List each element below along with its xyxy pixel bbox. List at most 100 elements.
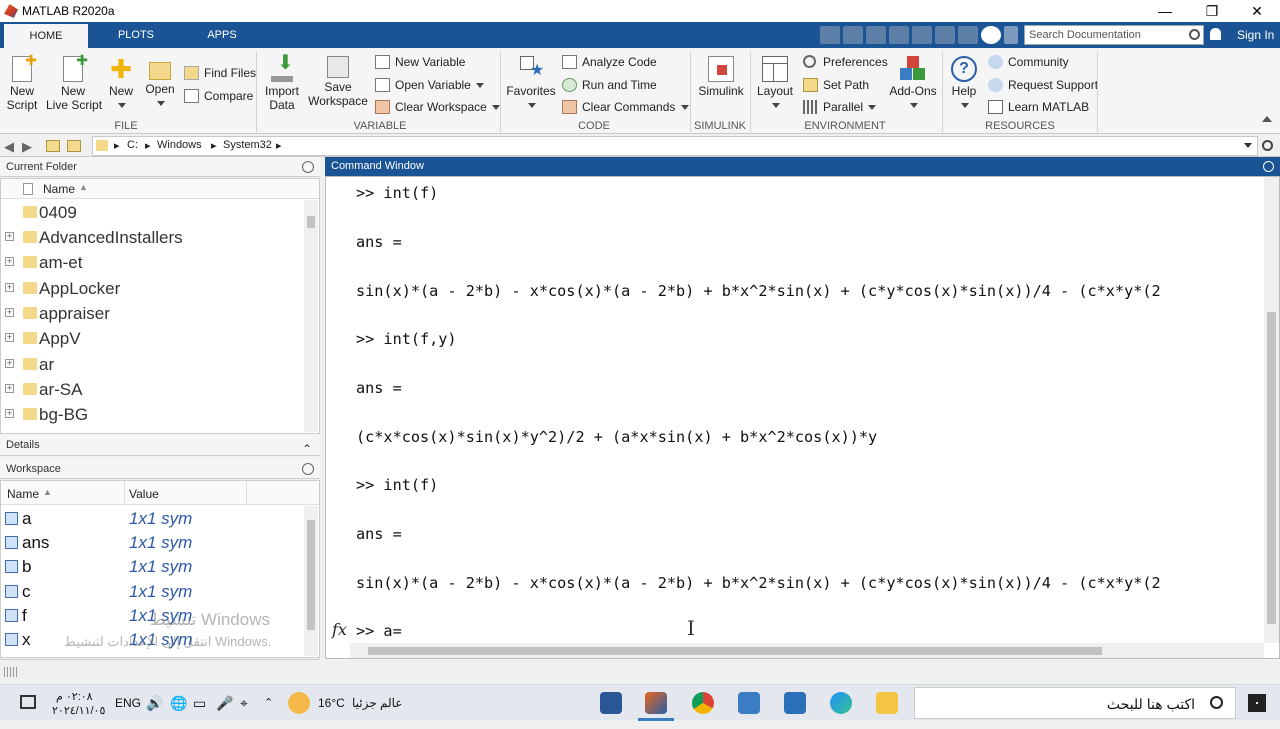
tab-home[interactable]: HOME [4,24,88,48]
resize-grip-icon[interactable] [4,667,18,677]
layout-button[interactable]: Layout [754,56,796,112]
preferences-button[interactable]: Preferences [803,53,888,71]
list-item[interactable]: 0409 [1,200,303,225]
path-dropdown-icon[interactable] [1244,143,1252,148]
set-path-button[interactable]: Set Path [803,76,869,94]
command-window[interactable]: >> int(f) ans = sin(x)*(a - 2*b) - x*cos… [325,176,1280,659]
parallel-button[interactable]: Parallel [803,98,877,116]
list-item[interactable]: + AppLocker [1,276,303,301]
breadcrumb-system32[interactable]: System32 [223,139,272,151]
command-prompt-input[interactable]: >> a= [356,622,402,640]
restore-button[interactable]: ❐ [1189,0,1235,22]
details-header[interactable]: Details ⌃ [0,434,320,456]
quick-access-undo-icon[interactable] [912,26,932,44]
browse-folder-icon[interactable] [67,140,81,152]
workspace-actions-icon[interactable] [302,463,314,475]
request-support-button[interactable]: Request Support [988,76,1098,94]
chevron-up-icon[interactable]: ⌃ [264,685,273,721]
quick-access-copy-icon[interactable] [866,26,886,44]
collapse-ribbon-icon[interactable] [1262,116,1272,122]
expand-icon[interactable]: + [5,384,14,393]
new-button[interactable]: ✚ New [106,56,136,112]
file-explorer-icon[interactable] [876,692,898,714]
list-item[interactable]: + bg-BG [1,402,303,427]
quick-access-switch-icon[interactable] [958,26,978,44]
command-window-actions-icon[interactable] [1263,161,1274,172]
list-item[interactable]: + am-et [1,250,303,275]
word-app-icon[interactable] [600,692,622,714]
open-button[interactable]: Open [144,56,176,110]
help-button[interactable]: ? Help [946,56,982,112]
battery-icon[interactable]: ▭ [193,685,206,721]
list-item[interactable]: + AppV [1,326,303,351]
breadcrumb-windows[interactable]: Windows [157,139,202,151]
search-icon[interactable] [1189,29,1200,40]
column-name[interactable]: Name [43,182,75,196]
volume-icon[interactable]: 🔊 [146,685,163,721]
simulink-button[interactable]: Simulink [696,56,746,98]
close-button[interactable]: ✕ [1234,0,1280,22]
sign-in-link[interactable]: Sign In [1237,28,1274,42]
function-browser-icon[interactable]: fx [332,620,347,639]
quick-access-save-icon[interactable] [820,26,840,44]
expand-icon[interactable]: + [5,409,14,418]
chevron-up-icon[interactable]: ⌃ [302,438,312,460]
quick-access-help-icon[interactable] [981,26,1001,44]
expand-icon[interactable]: + [5,232,14,241]
weather-description[interactable]: عالم جزئيا [352,685,402,721]
compare-button[interactable]: Compare [184,87,253,105]
tab-plots[interactable]: PLOTS [100,22,172,48]
learn-matlab-button[interactable]: Learn MATLAB [988,98,1089,116]
mail-app-icon[interactable] [738,692,760,714]
forward-arrow-icon[interactable]: ▶ [22,139,32,155]
analyze-code-button[interactable]: Analyze Code [562,53,657,71]
location-icon[interactable]: ⌖ [240,685,248,721]
chrome-app-icon[interactable] [692,692,714,714]
table-row[interactable]: a 1x1 sym [1,507,303,531]
expand-icon[interactable]: + [5,333,14,342]
community-button[interactable]: Community [988,53,1069,71]
expand-icon[interactable]: + [5,283,14,292]
favorites-button[interactable]: ★ Favorites [506,56,556,112]
find-files-button[interactable]: Find Files [184,64,256,82]
matlab-app-icon[interactable] [645,692,667,714]
clear-commands-button[interactable]: Clear Commands [562,98,689,116]
taskbar-date[interactable]: ٢٠٢٤/١١/٠٥ [52,693,105,729]
command-window-vertical-scrollbar[interactable] [1264,177,1279,643]
table-row[interactable]: b 1x1 sym [1,555,303,579]
import-data-button[interactable]: ⬇ Import Data [262,53,302,112]
weather-icon[interactable] [288,692,310,714]
column-name[interactable]: Name [7,487,39,501]
open-variable-button[interactable]: Open Variable [375,76,485,94]
quick-access-cut-icon[interactable] [843,26,863,44]
tab-apps[interactable]: APPS [188,22,256,48]
current-folder-scrollbar[interactable] [304,200,318,432]
new-script-button[interactable]: ✚ New Script [4,53,40,112]
breadcrumb-c[interactable]: C: [127,139,138,151]
taskbar-search-input[interactable]: اكتب هنا للبحث [914,687,1236,719]
expand-icon[interactable]: + [5,359,14,368]
minimize-button[interactable]: — [1142,0,1188,22]
search-documentation-input[interactable]: Search Documentation [1024,25,1204,45]
back-arrow-icon[interactable]: ◀ [4,139,14,155]
notifications-icon[interactable] [20,695,36,709]
scrollbar-thumb[interactable] [1267,312,1276,624]
windows-start-icon[interactable] [1248,694,1266,712]
language-indicator[interactable]: ENG [115,685,141,721]
scrollbar-thumb[interactable] [307,520,315,630]
new-live-script-button[interactable]: ✚ New Live Script [46,53,102,112]
add-ons-button[interactable]: Add-Ons [888,56,938,112]
workspace-scrollbar[interactable] [304,506,318,656]
up-folder-icon[interactable] [46,140,60,152]
expand-icon[interactable]: + [5,308,14,317]
command-window-horizontal-scrollbar[interactable] [350,643,1264,658]
notification-bell-icon[interactable] [1210,28,1221,40]
column-value[interactable]: Value [129,487,159,501]
quick-access-paste-icon[interactable] [889,26,909,44]
list-item[interactable]: + ar [1,352,303,377]
save-workspace-button[interactable]: Save Workspace [308,56,368,108]
quick-access-menu-icon[interactable] [1004,26,1018,44]
list-item[interactable]: + ar-SA [1,377,303,402]
edge-app-icon[interactable] [830,692,852,714]
quick-access-redo-icon[interactable] [935,26,955,44]
